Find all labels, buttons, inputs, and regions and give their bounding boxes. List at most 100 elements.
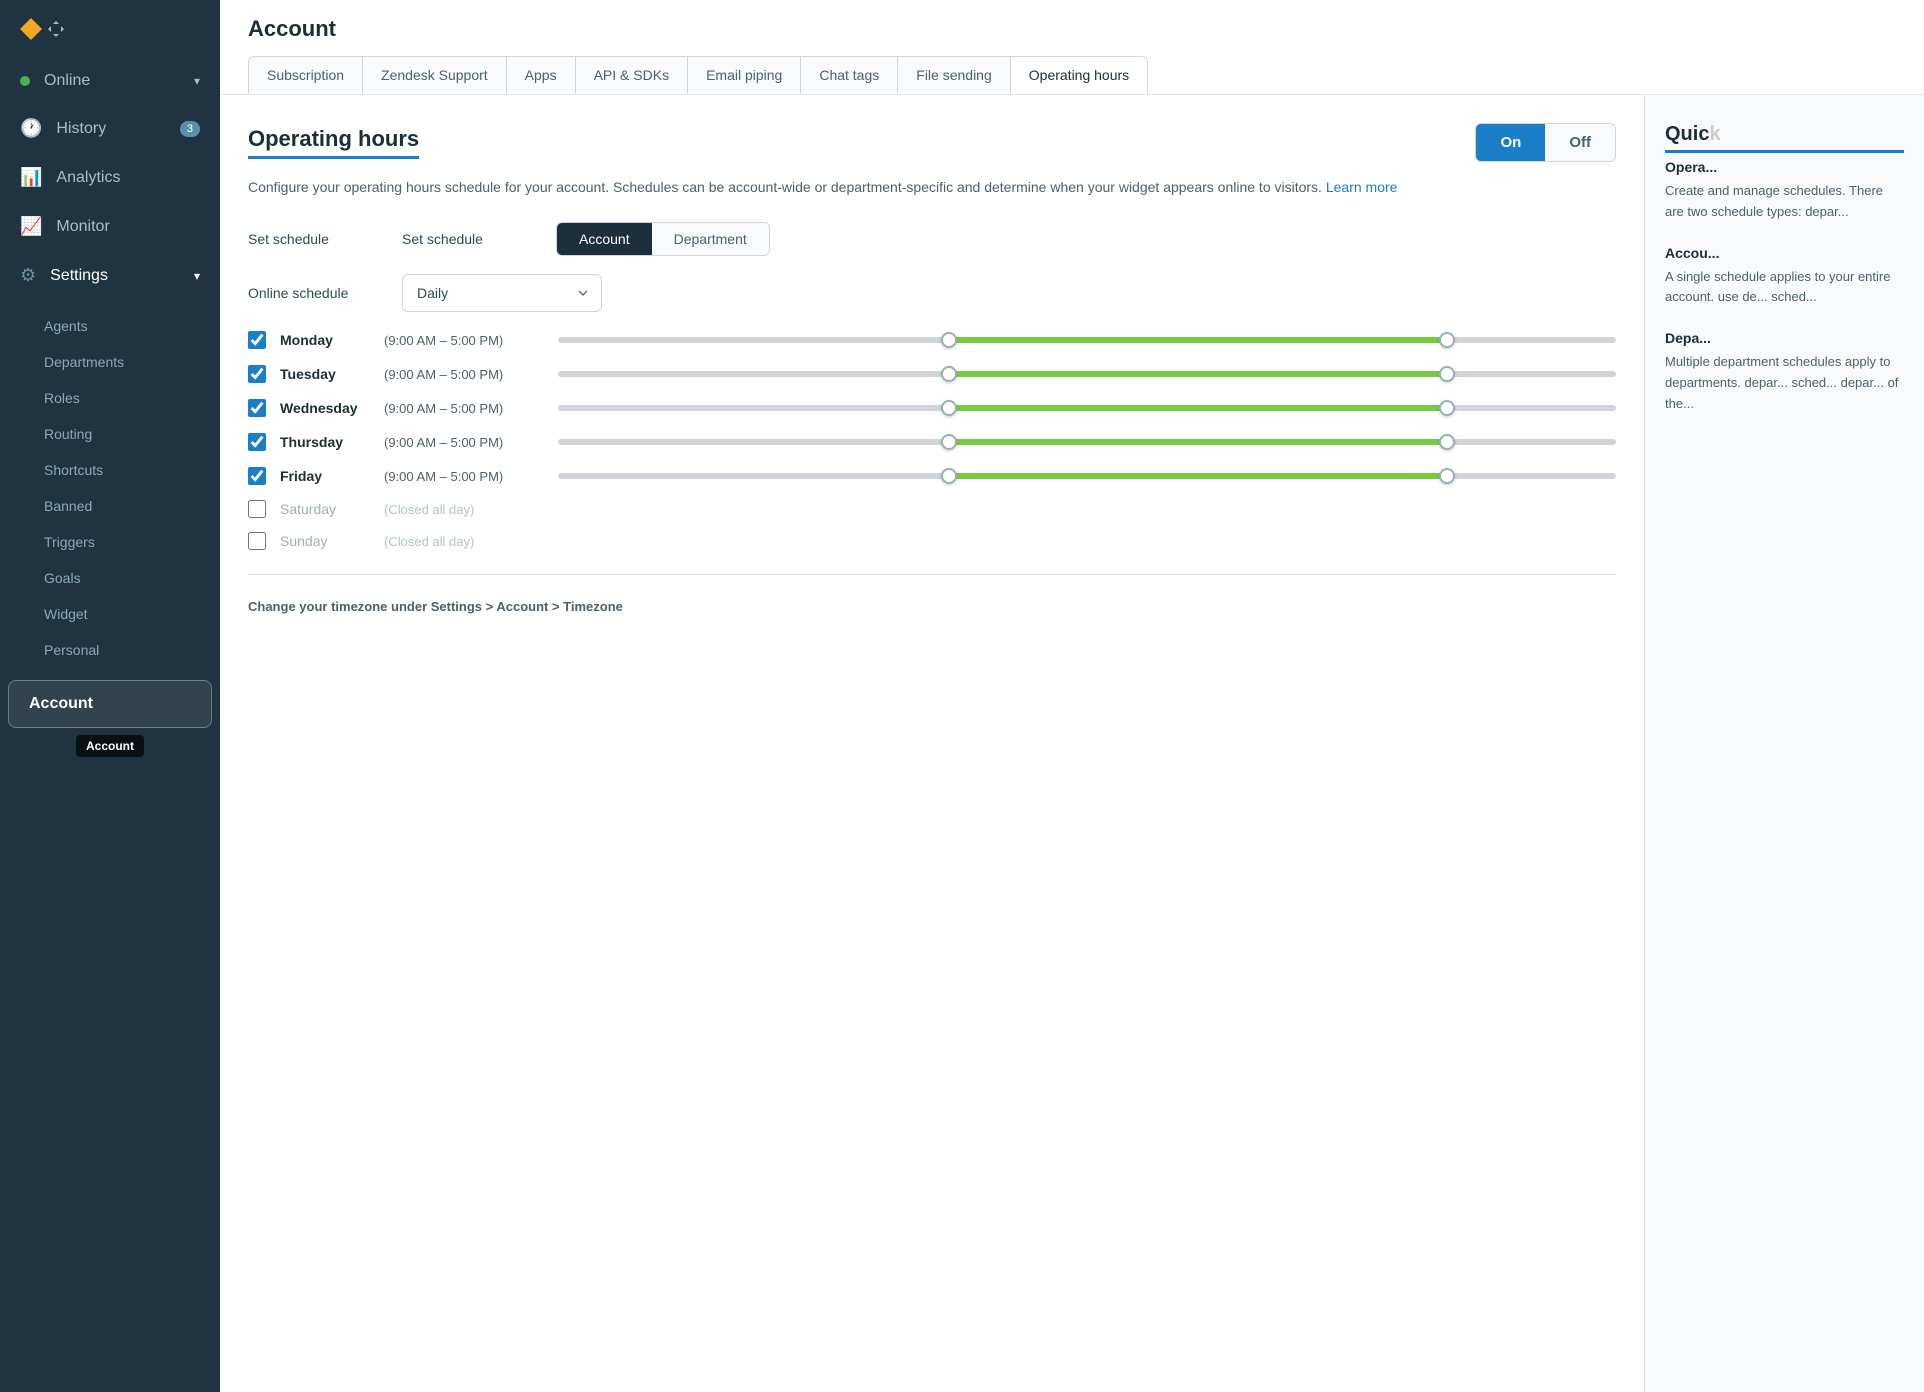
sidebar-item-banned[interactable]: Banned bbox=[0, 488, 220, 524]
section-header: Operating hours On Off bbox=[248, 123, 1616, 162]
tab-zendesk[interactable]: Zendesk Support bbox=[363, 56, 507, 94]
status-label: Online bbox=[44, 72, 90, 90]
thursday-slider-track bbox=[558, 439, 1616, 445]
tab-operating-hours[interactable]: Operating hours bbox=[1011, 56, 1148, 94]
set-schedule-value: Set schedule bbox=[402, 231, 532, 247]
day-row-monday: Monday (9:00 AM – 5:00 PM) bbox=[248, 330, 1616, 350]
account-toggle-button[interactable]: Account bbox=[557, 223, 652, 255]
friday-time: (9:00 AM – 5:00 PM) bbox=[384, 469, 544, 484]
quick-section-account-text: A single schedule applies to your entire… bbox=[1665, 267, 1904, 309]
monday-slider-track bbox=[558, 337, 1616, 343]
wednesday-slider-fill bbox=[949, 405, 1446, 411]
friday-slider-handle-left[interactable] bbox=[941, 468, 957, 484]
operating-hours-description: Configure your operating hours schedule … bbox=[248, 176, 1616, 198]
monday-slider-handle-left[interactable] bbox=[941, 332, 957, 348]
saturday-time: (Closed all day) bbox=[384, 502, 544, 517]
toggle-on-button[interactable]: On bbox=[1476, 124, 1545, 161]
learn-more-link[interactable]: Learn more bbox=[1326, 179, 1398, 195]
right-panel: Quick Opera... Create and manage schedul… bbox=[1644, 95, 1924, 1392]
wednesday-time: (9:00 AM – 5:00 PM) bbox=[384, 401, 544, 416]
analytics-icon: 📊 bbox=[20, 167, 42, 188]
friday-slider[interactable] bbox=[558, 466, 1616, 486]
day-row-tuesday: Tuesday (9:00 AM – 5:00 PM) bbox=[248, 364, 1616, 384]
settings-chevron-icon: ▾ bbox=[194, 269, 200, 283]
sidebar-item-settings[interactable]: ⚙ Settings ▾ bbox=[0, 251, 220, 300]
sidebar-item-goals[interactable]: Goals bbox=[0, 560, 220, 596]
tuesday-slider-handle-left[interactable] bbox=[941, 366, 957, 382]
logo-arrow-icon bbox=[48, 21, 64, 37]
quick-section-department-text: Multiple department schedules apply to d… bbox=[1665, 352, 1904, 414]
day-row-friday: Friday (9:00 AM – 5:00 PM) bbox=[248, 466, 1616, 486]
department-toggle-button[interactable]: Department bbox=[652, 223, 769, 255]
thursday-label: Thursday bbox=[280, 434, 370, 450]
content-area: Operating hours On Off Configure your op… bbox=[220, 95, 1924, 1392]
tab-bar: Subscription Zendesk Support Apps API & … bbox=[248, 56, 1896, 94]
sidebar-item-roles[interactable]: Roles bbox=[0, 380, 220, 416]
status-indicator[interactable]: Online ▾ bbox=[0, 58, 220, 104]
tuesday-time: (9:00 AM – 5:00 PM) bbox=[384, 367, 544, 382]
on-off-toggle: On Off bbox=[1475, 123, 1616, 162]
tab-apps[interactable]: Apps bbox=[507, 56, 576, 94]
friday-checkbox[interactable] bbox=[248, 467, 266, 485]
sidebar-item-personal[interactable]: Personal bbox=[0, 632, 220, 668]
sidebar-item-monitor[interactable]: 📈 Monitor bbox=[0, 202, 220, 251]
sunday-checkbox[interactable] bbox=[248, 532, 266, 550]
quick-section-operating: Opera... Create and manage schedules. Th… bbox=[1665, 159, 1904, 223]
online-schedule-dropdown[interactable]: Daily bbox=[402, 274, 602, 312]
tab-api[interactable]: API & SDKs bbox=[576, 56, 688, 94]
sidebar-item-account[interactable]: Account Account bbox=[8, 680, 212, 728]
thursday-checkbox[interactable] bbox=[248, 433, 266, 451]
tuesday-slider-handle-right[interactable] bbox=[1439, 366, 1455, 382]
monday-checkbox[interactable] bbox=[248, 331, 266, 349]
tuesday-checkbox[interactable] bbox=[248, 365, 266, 383]
quick-section-operating-title: Opera... bbox=[1665, 159, 1904, 175]
sidebar-item-shortcuts[interactable]: Shortcuts bbox=[0, 452, 220, 488]
history-label: History bbox=[56, 120, 106, 138]
sidebar-item-triggers[interactable]: Triggers bbox=[0, 524, 220, 560]
sidebar-item-routing[interactable]: Routing bbox=[0, 416, 220, 452]
page-title: Account bbox=[248, 16, 1896, 42]
thursday-slider[interactable] bbox=[558, 432, 1616, 452]
quick-help-title: Quick bbox=[1665, 123, 1904, 153]
monday-slider-fill bbox=[949, 337, 1446, 343]
logo-diamond-icon bbox=[20, 18, 42, 40]
thursday-slider-handle-right[interactable] bbox=[1439, 434, 1455, 450]
wednesday-slider-handle-right[interactable] bbox=[1439, 400, 1455, 416]
wednesday-slider-handle-left[interactable] bbox=[941, 400, 957, 416]
saturday-checkbox[interactable] bbox=[248, 500, 266, 518]
tab-subscription[interactable]: Subscription bbox=[248, 56, 363, 94]
tuesday-label: Tuesday bbox=[280, 366, 370, 382]
online-dot-icon bbox=[20, 76, 30, 86]
wednesday-slider-track bbox=[558, 405, 1616, 411]
settings-submenu: Agents Departments Roles Routing Shortcu… bbox=[0, 300, 220, 676]
tab-chat-tags[interactable]: Chat tags bbox=[801, 56, 898, 94]
monday-slider[interactable] bbox=[558, 330, 1616, 350]
tab-email[interactable]: Email piping bbox=[688, 56, 801, 94]
wednesday-slider[interactable] bbox=[558, 398, 1616, 418]
sidebar-item-departments[interactable]: Departments bbox=[0, 344, 220, 380]
friday-slider-handle-right[interactable] bbox=[1439, 468, 1455, 484]
monitor-label: Monitor bbox=[56, 218, 109, 236]
set-schedule-label: Set schedule bbox=[248, 231, 378, 247]
tuesday-slider[interactable] bbox=[558, 364, 1616, 384]
wednesday-checkbox[interactable] bbox=[248, 399, 266, 417]
account-department-toggle: Account Department bbox=[556, 222, 770, 256]
toggle-off-button[interactable]: Off bbox=[1545, 124, 1615, 161]
day-row-saturday: Saturday (Closed all day) bbox=[248, 500, 1616, 518]
tuesday-slider-fill bbox=[949, 371, 1446, 377]
sidebar-item-history[interactable]: 🕐 History 3 bbox=[0, 104, 220, 153]
settings-label: Settings bbox=[50, 267, 108, 285]
sidebar-item-agents[interactable]: Agents bbox=[0, 308, 220, 344]
sidebar-item-widget[interactable]: Widget bbox=[0, 596, 220, 632]
operating-hours-title: Operating hours bbox=[248, 126, 419, 159]
sunday-time: (Closed all day) bbox=[384, 534, 544, 549]
wednesday-label: Wednesday bbox=[280, 400, 370, 416]
thursday-slider-handle-left[interactable] bbox=[941, 434, 957, 450]
main-content: Operating hours On Off Configure your op… bbox=[220, 95, 1644, 1392]
tuesday-slider-track bbox=[558, 371, 1616, 377]
footer-note: Change your timezone under Settings > Ac… bbox=[248, 599, 1616, 614]
monday-slider-handle-right[interactable] bbox=[1439, 332, 1455, 348]
main-area: Account Subscription Zendesk Support App… bbox=[220, 0, 1924, 1392]
sidebar-item-analytics[interactable]: 📊 Analytics bbox=[0, 153, 220, 202]
tab-file-sending[interactable]: File sending bbox=[898, 56, 1011, 94]
